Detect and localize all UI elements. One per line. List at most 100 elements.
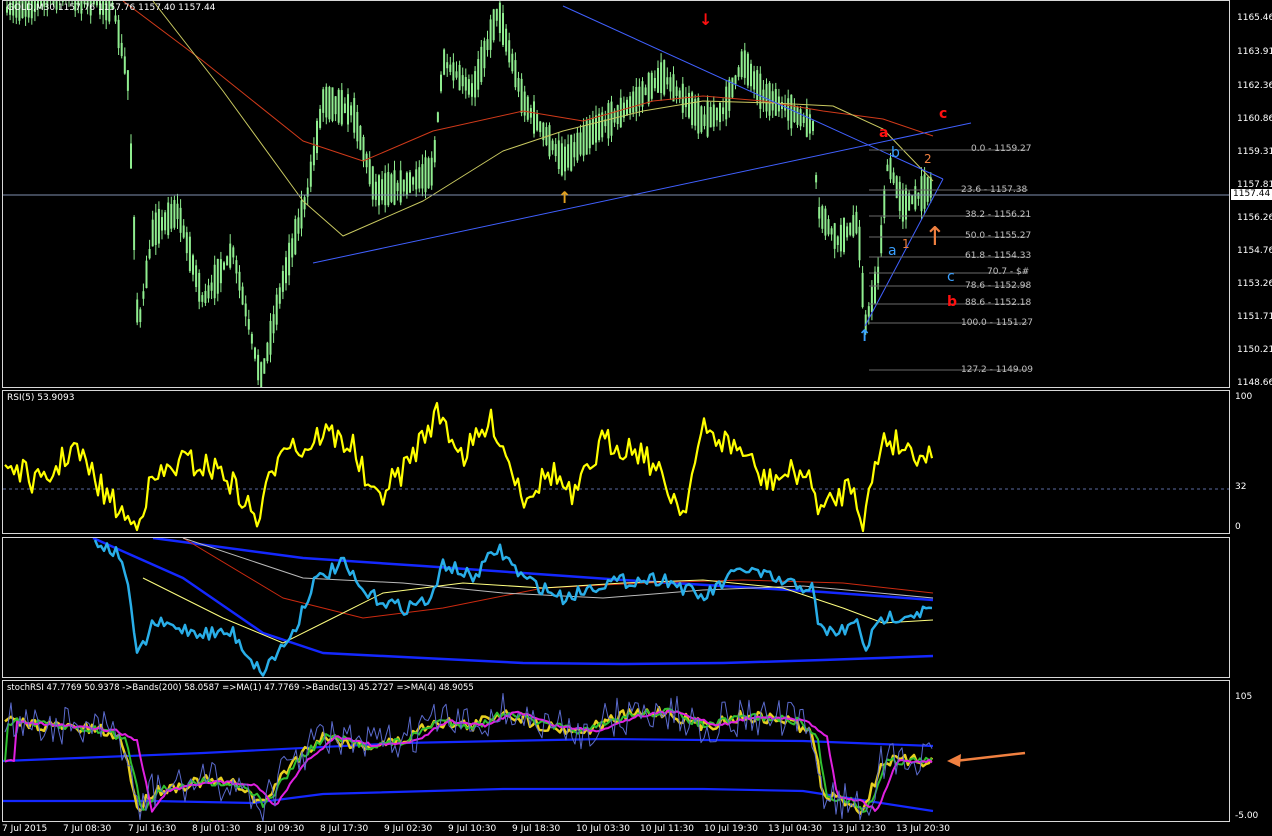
wave-label-red-c: c [939,106,948,122]
rsi-tick-top: 100 [1235,392,1253,402]
candle-body [254,347,256,359]
time-tick: 8 Jul 01:30 [192,824,241,834]
candle-body [917,192,920,199]
candle-body [427,158,430,189]
candle-body [616,105,619,125]
candle-body [430,157,433,186]
candle-body [849,222,852,235]
candle-body [731,77,734,98]
candle-body [533,101,535,134]
fib-label-100: 100.0 - 1151.27 [961,318,1033,328]
candle-body [576,132,579,161]
candle-body [911,195,914,205]
candle-body [154,212,157,246]
rsi-line [4,401,934,533]
candle-body [483,40,486,69]
candle-body [827,219,830,235]
candle-body [188,236,191,272]
candle-body [433,140,436,163]
candle-body [740,51,743,78]
candle-body [833,223,836,249]
candle-body [688,92,690,118]
candle-body [250,333,253,344]
rsi-scale: 100 32 0 [1231,390,1272,534]
ma-red-line [182,538,934,619]
stoch-band-upper [3,737,934,763]
candle-body [223,262,225,270]
fib-label-23: 23.6 - 1157.38 [961,185,1028,195]
candle-body [821,206,824,229]
candle-body [185,232,188,254]
fib-label-78: 78.6 - 1152.98 [965,281,1032,291]
candle-body [436,112,439,122]
stoch-tick-top: 105 [1235,692,1253,702]
candle-body [756,70,759,102]
price-tick: 1154.76 [1237,246,1272,256]
candle-body [226,256,229,266]
stochrsi-scale: 105 -5.00 [1231,680,1272,822]
candle-body [424,157,427,193]
candle-body [440,74,442,92]
time-tick: 8 Jul 17:30 [320,824,369,834]
pointer-arrow-shaft [954,751,1026,763]
candle-body [715,107,718,121]
stochrsi-pane[interactable]: stochRSI 47.7769 50.9378 ->Bands(200) 58… [2,680,1230,822]
candle-body [923,174,926,209]
rsi-pane[interactable]: RSI(5) 53.9093 [2,390,1230,534]
bands-indicator-canvas [92,538,934,677]
price-tick: 1163.91 [1237,47,1272,57]
candle-body [880,225,883,254]
candle-body [675,86,678,97]
band-lower-line [92,538,934,666]
candle-body [629,96,632,114]
candle-body [626,99,628,116]
price-tick: 1148.66 [1237,378,1272,388]
candle-body [591,117,594,145]
candle-body [257,354,260,381]
candle-body [393,170,396,205]
candle-body [719,102,721,123]
price-tick: 1165.46 [1237,13,1272,23]
candle-body [281,271,284,292]
candle-body [706,100,709,137]
candle-body [461,75,464,87]
candle-body [861,272,864,308]
candle-body [855,211,858,234]
candle-body [802,116,805,123]
price-tick: 1150.21 [1237,345,1272,355]
candle-body [799,109,802,127]
candle-body [883,189,886,219]
candle-body [517,77,520,92]
candle-body [207,285,210,299]
candle-body [471,83,473,97]
time-tick: 9 Jul 02:30 [384,824,433,834]
bands-indicator-pane[interactable] [2,537,1230,678]
stoch-tick-bottom: -5.00 [1235,811,1259,821]
candle-body [328,86,331,120]
candle-body [464,77,467,91]
candle-body [570,134,573,171]
candle-body [269,320,272,355]
fib-label-50: 50.0 - 1155.27 [965,231,1032,241]
candle-body [176,203,179,220]
candle-body [892,172,895,184]
time-axis: 7 Jul 2015 7 Jul 08:30 7 Jul 16:30 8 Jul… [0,822,1272,836]
candle-body [579,132,582,155]
price-chart-pane[interactable]: ↓ ↑ ↑ ↑ GOLD,M30 1157.76 1157.76 1157.40 11… [2,0,1230,388]
candle-body [213,264,216,299]
candle-body [455,71,458,78]
candle-body [179,207,182,233]
candle-body [390,174,393,202]
candle-body [374,181,377,200]
candle-body [452,62,455,81]
candle-body [765,84,768,112]
candle-body [743,50,746,78]
time-tick: 10 Jul 11:30 [640,824,694,834]
candle-body [669,77,672,92]
fib-label-70: 70.7 - $# [987,267,1030,277]
candle-body [796,106,799,125]
time-tick: 13 Jul 12:30 [832,824,886,834]
candle-body [818,207,821,219]
candle-body [539,121,542,133]
candle-body [157,208,160,244]
